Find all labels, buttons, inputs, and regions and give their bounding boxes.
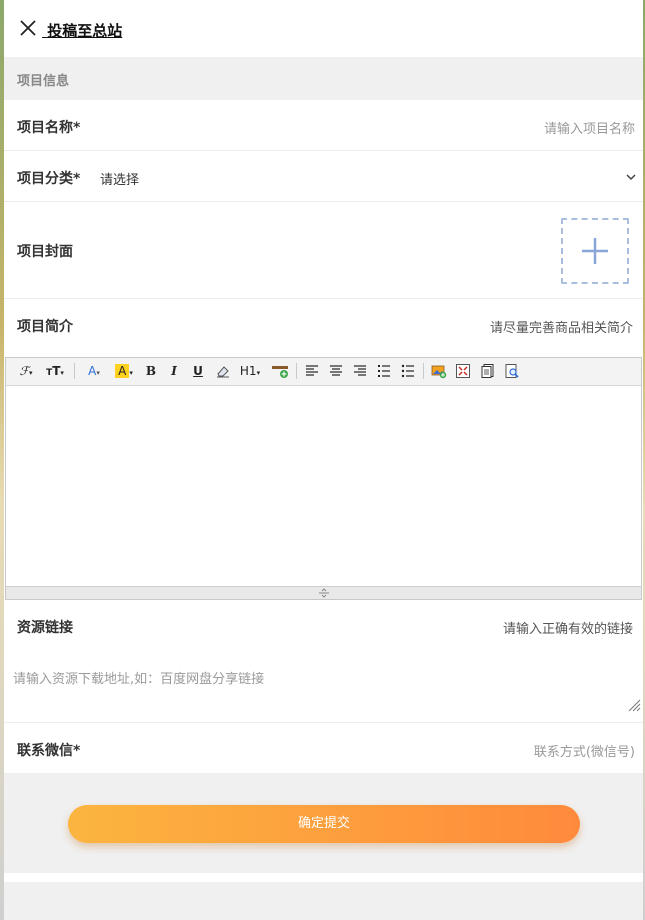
- toolbar-divider: [423, 363, 424, 379]
- heading-icon[interactable]: H1▾: [237, 361, 263, 381]
- align-center-icon[interactable]: [327, 361, 345, 381]
- wechat-row[interactable]: 联系微信* 联系方式(微信号): [4, 723, 643, 773]
- editor-toolbar: ℱ▾ TT▾ A▾ A ▾ B I U H1▾: [6, 358, 641, 386]
- source-icon[interactable]: [479, 361, 497, 381]
- cover-label: 项目封面: [17, 244, 73, 260]
- editor-content-area[interactable]: [6, 386, 641, 585]
- unordered-list-icon[interactable]: [399, 361, 417, 381]
- insert-image-icon[interactable]: [430, 361, 448, 381]
- chevron-down-icon[interactable]: [625, 171, 637, 183]
- category-select[interactable]: 请选择: [100, 169, 139, 188]
- category-row[interactable]: 项目分类* 请选择: [4, 151, 643, 202]
- bold-icon[interactable]: B: [143, 361, 159, 381]
- toolbar-divider: [74, 363, 75, 379]
- close-icon[interactable]: [18, 18, 38, 38]
- resource-placeholder: 请输入资源下载地址,如：百度网盘分享链接: [13, 672, 265, 687]
- category-label: 项目分类*: [17, 171, 81, 187]
- highlight-icon[interactable]: A ▾: [112, 361, 136, 381]
- intro-hint: 请尽量完善商品相关简介: [489, 321, 633, 336]
- cover-row: 项目封面: [4, 202, 643, 299]
- align-left-icon[interactable]: [303, 361, 321, 381]
- resource-label: 资源链接: [17, 620, 73, 636]
- cover-upload-button[interactable]: [561, 218, 629, 284]
- align-right-icon[interactable]: [351, 361, 369, 381]
- resource-row: 资源链接 请输入正确有效的链接: [4, 600, 643, 650]
- submit-form-panel: 投稿至总站 项目信息 项目名称* 请输入项目名称 项目分类* 请选择 项目封面 …: [4, 0, 643, 920]
- resource-hint: 请输入正确有效的链接: [502, 622, 633, 637]
- wechat-input[interactable]: 联系方式(微信号): [534, 741, 635, 760]
- toolbar-divider: [296, 363, 297, 379]
- footer-area: 确定提交: [4, 773, 643, 873]
- submit-button[interactable]: 确定提交: [68, 805, 580, 843]
- eraser-icon[interactable]: [214, 361, 232, 381]
- horizontal-rule-icon[interactable]: [270, 361, 290, 381]
- section-header: 项目信息: [4, 57, 643, 100]
- name-label: 项目名称*: [17, 120, 81, 136]
- rich-text-editor: ℱ▾ TT▾ A▾ A ▾ B I U H1▾: [5, 357, 642, 600]
- editor-resize-handle[interactable]: [6, 586, 641, 599]
- ordered-list-icon[interactable]: [375, 361, 393, 381]
- italic-icon[interactable]: I: [166, 361, 182, 381]
- resource-textarea[interactable]: 请输入资源下载地址,如：百度网盘分享链接: [4, 650, 643, 723]
- intro-row: 项目简介 请尽量完善商品相关简介: [4, 299, 643, 356]
- resize-grip-icon[interactable]: [627, 698, 641, 712]
- wechat-label: 联系微信*: [17, 743, 81, 759]
- font-color-icon[interactable]: A▾: [83, 361, 105, 381]
- section-title: 项目信息: [17, 74, 70, 89]
- preview-icon[interactable]: [503, 361, 521, 381]
- intro-label: 项目简介: [17, 319, 73, 335]
- underline-icon[interactable]: U: [190, 361, 206, 381]
- font-size-icon[interactable]: TT▾: [43, 361, 67, 381]
- name-row[interactable]: 项目名称* 请输入项目名称: [4, 100, 643, 151]
- fullscreen-icon[interactable]: [454, 361, 472, 381]
- page-title: 投稿至总站: [42, 22, 123, 40]
- bottom-strip: [4, 882, 643, 920]
- header: 投稿至总站: [4, 0, 643, 57]
- plus-icon: [582, 238, 608, 264]
- name-input[interactable]: 请输入项目名称: [544, 118, 635, 137]
- font-family-icon[interactable]: ℱ▾: [15, 361, 37, 381]
